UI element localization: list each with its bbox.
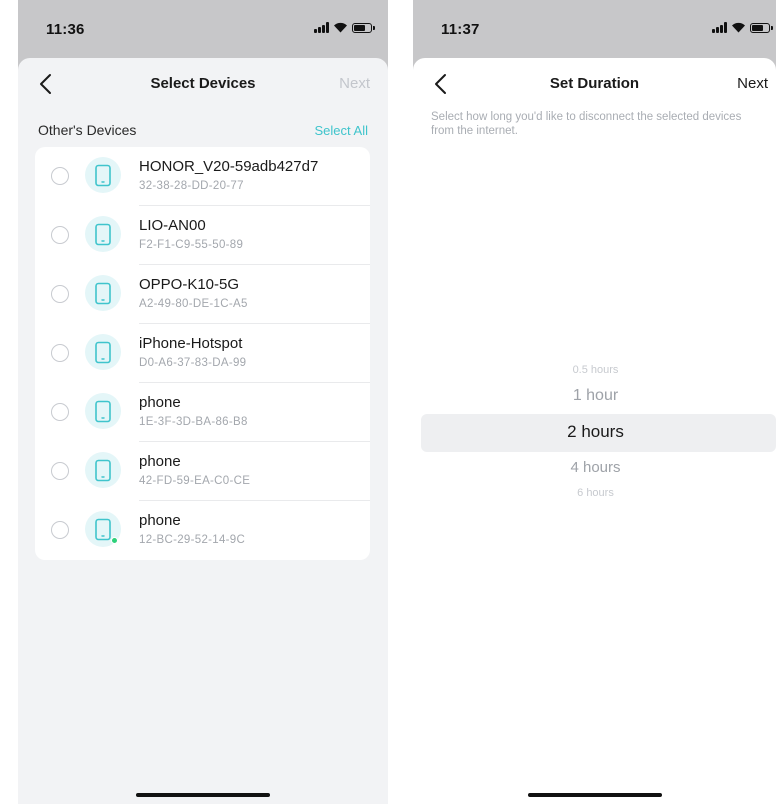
status-time: 11:36 — [46, 21, 85, 38]
device-row[interactable]: phone 42-FD-59-EA-C0-CE — [35, 442, 370, 501]
status-time: 11:37 — [441, 21, 480, 38]
device-mac: 1E-3F-3D-BA-86-B8 — [139, 416, 248, 428]
device-list: HONOR_V20-59adb427d7 32-38-28-DD-20-77 LIO… — [35, 147, 370, 560]
page-title: Select Devices — [150, 75, 256, 92]
select-radio[interactable] — [51, 521, 69, 539]
device-row[interactable]: HONOR_V20-59adb427d7 32-38-28-DD-20-77 — [35, 147, 370, 206]
device-mac: 32-38-28-DD-20-77 — [139, 180, 244, 192]
duration-picker[interactable]: 0.5 hours 1 hour 2 hours 4 hours 6 hours — [413, 358, 776, 508]
select-all-button[interactable]: Select All — [315, 123, 368, 138]
wifi-icon — [334, 22, 347, 33]
device-name: phone — [139, 394, 181, 411]
section-title: Other's Devices — [38, 122, 137, 138]
device-mac: D0-A6-37-83-DA-99 — [139, 357, 247, 369]
section-header: Other's Devices Select All — [36, 120, 370, 140]
phone-icon — [85, 393, 121, 429]
device-name: iPhone-Hotspot — [139, 335, 243, 352]
status-icons — [314, 22, 375, 33]
device-mac: 42-FD-59-EA-C0-CE — [139, 475, 251, 487]
phone-icon — [85, 452, 121, 488]
nav-bar: Select Devices Next — [18, 58, 388, 110]
device-mac: F2-F1-C9-55-50-89 — [139, 239, 244, 251]
phone-icon — [85, 157, 121, 193]
picker-option[interactable]: 1 hour — [413, 387, 776, 405]
device-name: LIO-AN00 — [139, 217, 206, 234]
select-devices-screen: 11:36 Select Devices Next Other's Device… — [18, 0, 388, 804]
picker-option[interactable]: 4 hours — [413, 459, 776, 476]
battery-icon — [352, 22, 375, 33]
device-row[interactable]: phone 1E-3F-3D-BA-86-B8 — [35, 383, 370, 442]
select-radio[interactable] — [51, 285, 69, 303]
device-name: phone — [139, 512, 181, 529]
device-name: phone — [139, 453, 181, 470]
status-bar: 11:37 — [413, 0, 776, 58]
home-indicator — [136, 793, 270, 797]
duration-description: Select how long you'd like to disconnect… — [431, 111, 742, 137]
device-row[interactable]: OPPO-K10-5G A2-49-80-DE-1C-A5 — [35, 265, 370, 324]
device-name: HONOR_V20-59adb427d7 — [139, 158, 319, 175]
home-indicator — [527, 793, 662, 797]
set-duration-screen: 11:37 Set Duration Next Select how long … — [413, 0, 776, 804]
device-row[interactable]: iPhone-Hotspot D0-A6-37-83-DA-99 — [35, 324, 370, 383]
picker-option-selected[interactable]: 2 hours — [413, 422, 776, 442]
select-radio[interactable] — [51, 167, 69, 185]
cellular-signal-icon — [712, 22, 727, 33]
picker-option[interactable]: 0.5 hours — [413, 364, 776, 376]
phone-icon — [85, 275, 121, 311]
status-bar: 11:36 — [18, 0, 388, 58]
device-mac: A2-49-80-DE-1C-A5 — [139, 298, 248, 310]
modal-sheet: Select Devices Next Other's Devices Sele… — [18, 58, 388, 804]
online-status-dot — [111, 537, 118, 544]
device-row[interactable]: LIO-AN00 F2-F1-C9-55-50-89 — [35, 206, 370, 265]
device-mac: 12-BC-29-52-14-9C — [139, 534, 246, 546]
page-title: Set Duration — [549, 75, 640, 92]
select-radio[interactable] — [51, 344, 69, 362]
phone-icon — [85, 334, 121, 370]
select-radio[interactable] — [51, 462, 69, 480]
select-radio[interactable] — [51, 226, 69, 244]
next-button[interactable]: Next — [737, 75, 768, 92]
select-radio[interactable] — [51, 403, 69, 421]
phone-icon — [85, 216, 121, 252]
modal-sheet: Set Duration Next Select how long you'd … — [413, 58, 776, 804]
device-row[interactable]: phone 12-BC-29-52-14-9C — [35, 501, 370, 560]
status-icons — [712, 22, 773, 33]
next-button[interactable]: Next — [339, 75, 370, 92]
battery-icon — [750, 22, 773, 33]
picker-option[interactable]: 6 hours — [413, 487, 776, 499]
wifi-icon — [732, 22, 745, 33]
cellular-signal-icon — [314, 22, 329, 33]
phone-icon — [85, 511, 121, 547]
device-name: OPPO-K10-5G — [139, 276, 240, 293]
nav-bar: Set Duration Next — [413, 58, 776, 110]
